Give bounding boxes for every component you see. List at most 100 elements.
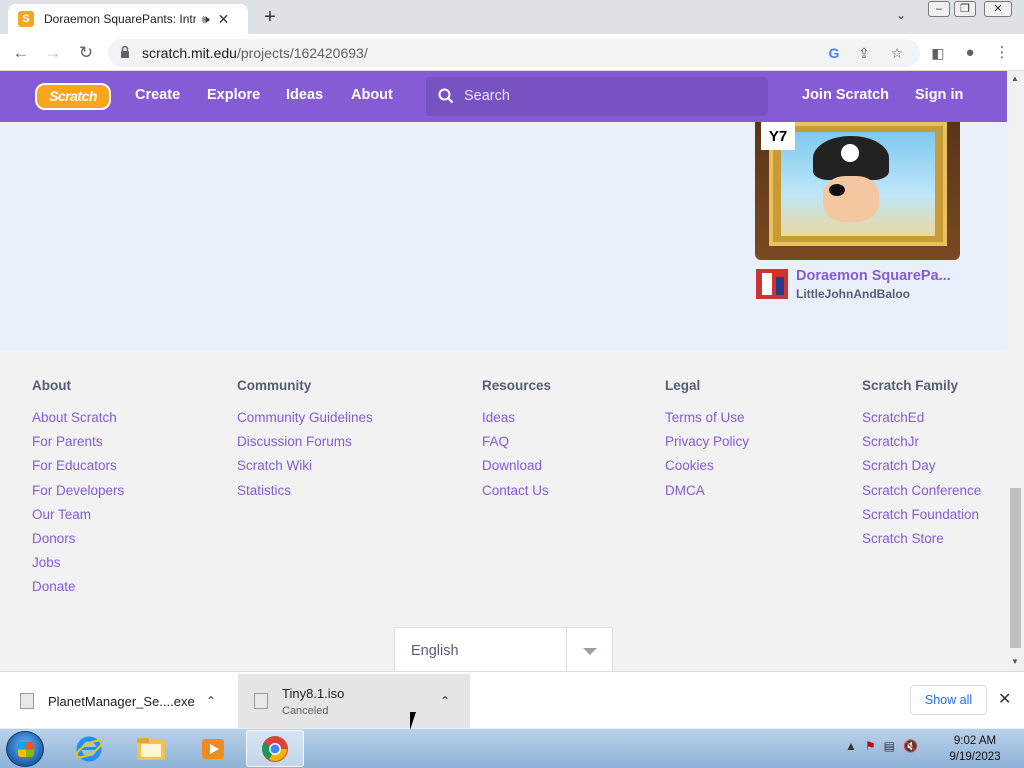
footer-link[interactable]: Our Team <box>32 503 124 527</box>
footer-heading: Legal <box>665 378 701 393</box>
scratch-favicon-icon: S <box>18 11 34 27</box>
reload-button[interactable]: ↻ <box>74 41 98 65</box>
nav-explore[interactable]: Explore <box>207 87 260 103</box>
action-center-flag-icon[interactable]: ⚑ <box>865 739 876 753</box>
back-button[interactable]: ← <box>9 41 33 65</box>
url-text: scratch.mit.edu/projects/162420693/ <box>142 45 368 61</box>
chevron-up-icon[interactable]: ⌃ <box>440 694 450 708</box>
volume-muted-icon[interactable]: 🔇 <box>903 739 918 753</box>
download-item[interactable]: Tiny8.1.iso Canceled ⌃ <box>238 674 470 728</box>
search-icon <box>438 88 454 104</box>
footer-link[interactable]: Privacy Policy <box>665 430 749 454</box>
system-tray: ▲ ⚑ ▤ 🔇 <box>845 739 918 753</box>
start-button[interactable] <box>6 731 44 767</box>
profile-avatar-icon[interactable]: ● <box>958 41 982 65</box>
close-window-button[interactable]: ✕ <box>984 1 1012 17</box>
scratch-logo[interactable]: Scratch <box>35 83 111 110</box>
footer-heading: Scratch Family <box>862 378 959 393</box>
share-icon[interactable]: ⇪ <box>856 45 872 61</box>
footer-link[interactable]: For Developers <box>32 479 124 503</box>
exe-file-icon <box>20 693 34 709</box>
footer-link[interactable]: Donors <box>32 527 124 551</box>
footer-link[interactable]: Contact Us <box>482 479 551 503</box>
page-scrollbar[interactable]: ▲ ▼ <box>1007 71 1024 671</box>
footer-link[interactable]: Terms of Use <box>665 406 749 430</box>
nav-ideas[interactable]: Ideas <box>286 87 323 103</box>
download-status: Canceled <box>282 704 329 717</box>
rating-badge: Y7 <box>761 122 795 150</box>
tab-title: Doraemon SquarePants: Intr <box>44 12 196 26</box>
thumbnail-frame <box>769 122 947 246</box>
footer-link[interactable]: Scratch Day <box>862 454 981 478</box>
address-bar[interactable]: scratch.mit.edu/projects/162420693/ G ⇪ … <box>108 39 920 67</box>
footer-link[interactable]: Scratch Conference <box>862 479 981 503</box>
scroll-down-icon[interactable]: ▼ <box>1011 657 1019 666</box>
chevron-down-icon <box>583 648 597 655</box>
footer-link[interactable]: For Educators <box>32 454 124 478</box>
internet-explorer-icon[interactable] <box>60 730 118 767</box>
footer-column-legal: Legal Terms of Use Privacy Policy Cookie… <box>665 378 749 503</box>
project-title-link[interactable]: Doraemon SquarePa... <box>796 268 951 284</box>
url-path: /projects/162420693/ <box>236 45 368 61</box>
download-shelf: PlanetManager_Se....exe ⌃ Tiny8.1.iso Ca… <box>0 671 1024 728</box>
project-author-link[interactable]: LittleJohnAndBaloo <box>796 287 910 301</box>
footer-link[interactable]: Scratch Foundation <box>862 503 981 527</box>
tray-expand-icon[interactable]: ▲ <box>845 739 857 753</box>
taskbar-clock[interactable]: 9:02 AM 9/19/2023 <box>940 733 1010 765</box>
file-explorer-icon[interactable] <box>122 730 180 767</box>
footer-link[interactable]: For Parents <box>32 430 124 454</box>
minimize-button[interactable]: – <box>928 1 950 17</box>
nav-create[interactable]: Create <box>135 87 180 103</box>
project-thumbnail[interactable]: Y7 <box>755 122 960 260</box>
search-input[interactable] <box>464 85 754 107</box>
footer-column-scratch-family: Scratch Family ScratchEd ScratchJr Scrat… <box>862 378 981 551</box>
restore-button[interactable]: ❐ <box>954 1 976 17</box>
scrollbar-thumb[interactable] <box>1010 488 1021 648</box>
footer-link[interactable]: Discussion Forums <box>237 430 373 454</box>
close-shelf-icon[interactable]: ✕ <box>998 689 1011 709</box>
language-selected: English <box>411 643 459 659</box>
footer-link[interactable]: FAQ <box>482 430 551 454</box>
footer-link[interactable]: Ideas <box>482 406 551 430</box>
new-tab-button[interactable]: + <box>258 6 282 28</box>
scroll-up-icon[interactable]: ▲ <box>1011 74 1019 83</box>
footer-link[interactable]: Scratch Store <box>862 527 981 551</box>
chrome-icon[interactable] <box>246 730 304 767</box>
tab-search-chevron-icon[interactable]: ⌄ <box>896 8 906 22</box>
forward-button[interactable]: → <box>41 41 65 65</box>
footer-link[interactable]: DMCA <box>665 479 749 503</box>
footer-link[interactable]: Donate <box>32 575 124 599</box>
chevron-up-icon[interactable]: ⌃ <box>206 694 216 708</box>
join-scratch-link[interactable]: Join Scratch <box>802 87 889 103</box>
audio-playing-icon[interactable]: 🕪 <box>202 12 210 27</box>
lock-icon <box>121 45 129 58</box>
sign-in-link[interactable]: Sign in <box>915 87 963 103</box>
bookmark-star-icon[interactable]: ☆ <box>889 45 905 61</box>
nav-about[interactable]: About <box>351 87 393 103</box>
side-panel-icon[interactable]: ◧ <box>926 41 950 65</box>
scratch-nav-bar: Scratch Create Explore Ideas About Join … <box>0 71 1007 122</box>
footer-link[interactable]: Community Guidelines <box>237 406 373 430</box>
language-select[interactable]: English <box>394 627 613 672</box>
footer-column-resources: Resources Ideas FAQ Download Contact Us <box>482 378 551 503</box>
close-tab-icon[interactable]: ✕ <box>218 11 230 28</box>
footer-link[interactable]: Statistics <box>237 479 373 503</box>
download-item[interactable]: PlanetManager_Se....exe ⌃ <box>20 674 230 728</box>
media-player-icon[interactable] <box>184 730 242 767</box>
footer-heading: Community <box>237 378 312 393</box>
network-icon[interactable]: ▤ <box>884 739 895 753</box>
footer-link[interactable]: ScratchEd <box>862 406 981 430</box>
site-footer: About About Scratch For Parents For Educ… <box>0 350 1007 672</box>
author-avatar[interactable] <box>755 268 789 300</box>
footer-link[interactable]: Jobs <box>32 551 124 575</box>
project-page-content: Y7 Doraemon SquarePa... LittleJohnAndBal… <box>0 122 1007 350</box>
show-all-button[interactable]: Show all <box>910 685 987 715</box>
footer-link[interactable]: ScratchJr <box>862 430 981 454</box>
menu-kebab-icon[interactable]: ⋮ <box>990 41 1014 65</box>
footer-link[interactable]: About Scratch <box>32 406 124 430</box>
footer-link[interactable]: Download <box>482 454 551 478</box>
footer-link[interactable]: Cookies <box>665 454 749 478</box>
browser-tab[interactable]: S Doraemon SquarePants: Intr 🕪 ✕ <box>8 4 248 34</box>
footer-link[interactable]: Scratch Wiki <box>237 454 373 478</box>
google-lens-icon[interactable]: G <box>826 45 842 61</box>
